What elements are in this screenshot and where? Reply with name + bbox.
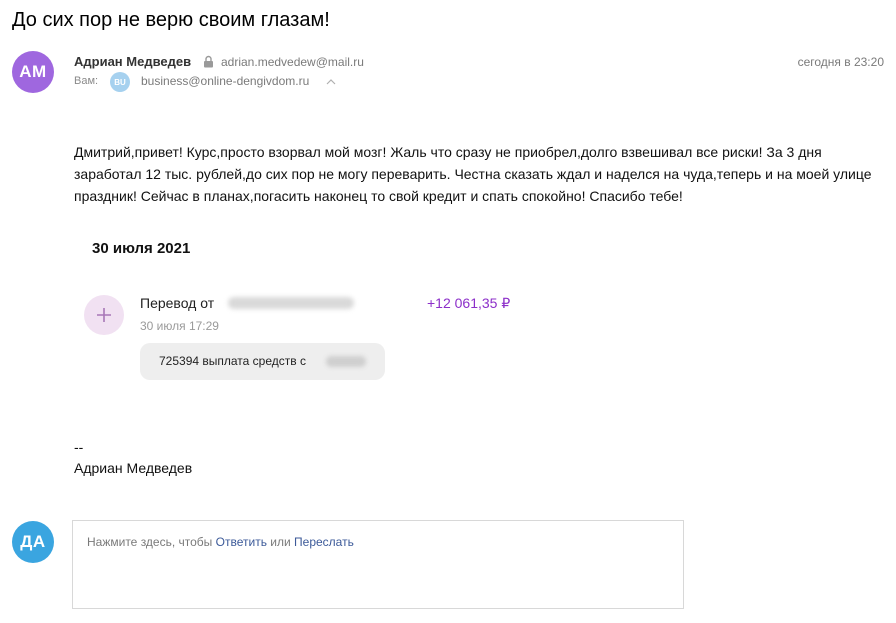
email-date: сегодня в 23:20 — [797, 55, 884, 69]
redacted-bank — [326, 356, 366, 367]
my-avatar: ДА — [12, 521, 54, 563]
forward-link[interactable]: Переслать — [294, 535, 354, 549]
chevron-up-icon[interactable] — [326, 79, 336, 85]
sender-avatar[interactable]: АМ — [12, 51, 54, 93]
reply-prompt-text: Нажмите здесь, чтобы — [87, 535, 216, 549]
reply-prompt[interactable]: Нажмите здесь, чтобы Ответить или Пересл… — [87, 535, 354, 549]
operation-amount: +12 061,35 ₽ — [427, 295, 511, 311]
reply-link[interactable]: Ответить — [216, 535, 267, 549]
receipt-date: 30 июля 2021 — [92, 240, 191, 257]
signature-separator: -- — [74, 439, 84, 455]
lock-icon — [204, 55, 213, 68]
operation-message-text: 725394 выплата средств с — [159, 354, 306, 368]
operation-time: 30 июля 17:29 — [140, 319, 219, 333]
sender-name[interactable]: Адриан Медведев — [74, 54, 191, 69]
sender-email[interactable]: adrian.medvedew@mail.ru — [221, 55, 364, 69]
quick-reply-box[interactable]: Нажмите здесь, чтобы Ответить или Пересл… — [72, 520, 684, 609]
plus-icon — [84, 295, 124, 335]
operation-title: Перевод от — [140, 295, 215, 311]
email-body: Дмитрий,привет! Курс,просто взорвал мой … — [74, 144, 872, 204]
operation-message: 725394 выплата средств с — [140, 343, 385, 380]
recipient-label: Вам: — [74, 75, 99, 87]
recipient-email[interactable]: business@online-dengivdom.ru — [141, 74, 309, 88]
redacted-sender — [228, 297, 354, 309]
signature-name: Адриан Медведев — [74, 460, 193, 476]
email-subject: До сих пор не верю своим глазам! — [12, 9, 330, 31]
recipient-avatar: BU — [110, 72, 130, 92]
reply-or-text: или — [266, 535, 295, 549]
